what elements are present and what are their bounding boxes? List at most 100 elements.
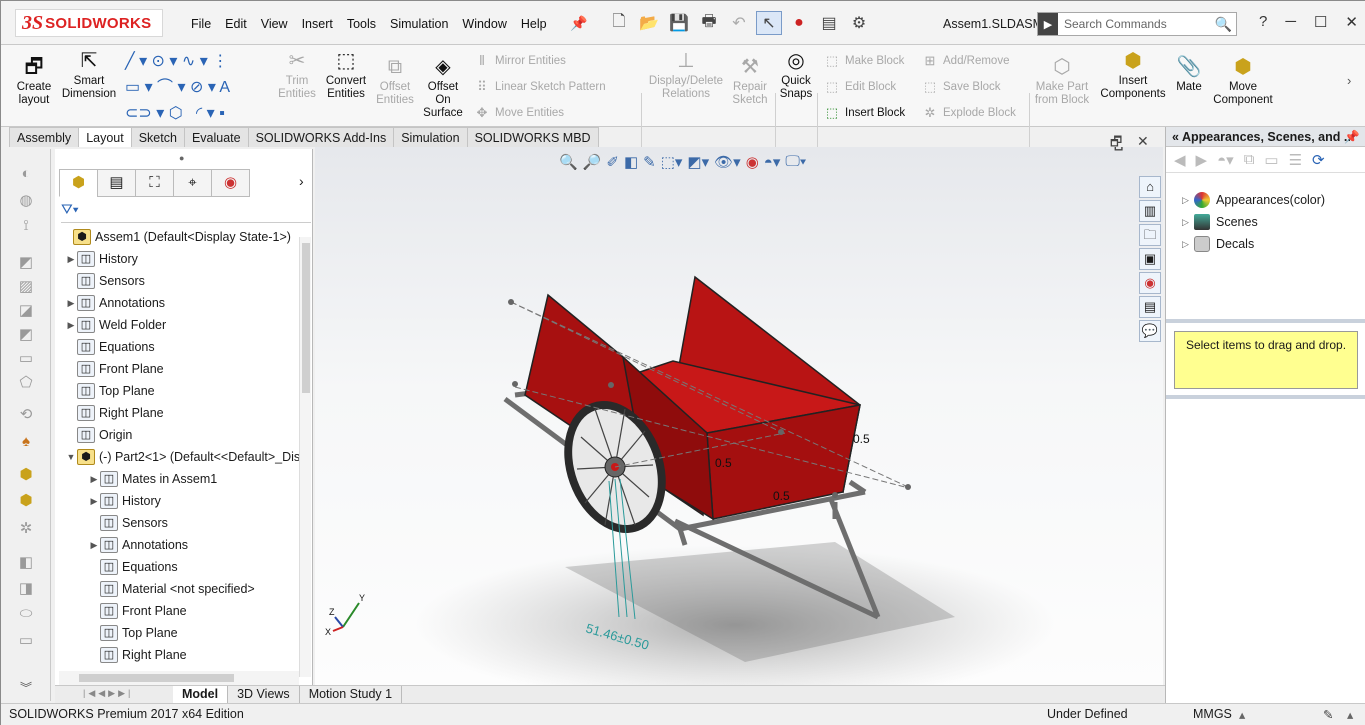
tab-sketch[interactable]: Sketch (130, 127, 185, 147)
menu-edit[interactable]: Edit (218, 17, 254, 31)
tool-icon[interactable]: ◐ (15, 165, 37, 185)
close-button[interactable]: ✕ (1345, 13, 1358, 31)
decals-folder[interactable]: ▷ Decals (1182, 234, 1254, 254)
tree-node[interactable]: ◫ Right Plane (65, 403, 164, 423)
tree-node[interactable]: ▼ ⬢ (-) Part2<1> (Default<<Default>_Dis (65, 447, 300, 467)
unit-dropdown-icon[interactable]: ▴ (1239, 707, 1245, 722)
make-part-from-block-button[interactable]: ⬡ Make Part from Block (1033, 55, 1091, 107)
tree-node[interactable]: ▶ ◫ Weld Folder (65, 315, 166, 335)
move-component-button[interactable]: ⬢ Move Component (1211, 55, 1275, 107)
tree-horizontal-scrollbar[interactable] (59, 671, 299, 685)
select-cursor-icon[interactable]: ↖ (756, 11, 782, 35)
solidworks-logo[interactable]: 3S SOLIDWORKS (15, 9, 163, 37)
create-layout-button[interactable]: 🗗 Create layout (15, 55, 53, 107)
tree-node[interactable]: ◫ Equations (65, 337, 155, 357)
mate-button[interactable]: 📎 Mate (1173, 55, 1205, 94)
sketch-tools-grid[interactable]: ╱ ▾ ⊙ ▾ ∿ ▾ ⋮ ▭ ▾ ⌒ ▾ ⊘ ▾ A ⊂⊃ ▾ ⬡ ◜ ▾ ▪ (125, 49, 270, 122)
tree-node[interactable]: ◫ Equations (88, 557, 178, 577)
cart-model[interactable]: 51.46±0.50 0.5 0.5 0.5 Y Z X (315, 147, 1163, 685)
refresh-icon[interactable]: ⟳ (1312, 151, 1325, 169)
folder-icon[interactable]: ▭ (1264, 151, 1278, 169)
offset-on-surface-button[interactable]: ◈ Offset On Surface (421, 55, 465, 120)
tool-icon[interactable]: ◪ (15, 301, 37, 321)
search-input[interactable]: Search Commands (1064, 17, 1167, 31)
tree-node[interactable]: ◫ Front Plane (65, 359, 164, 379)
configuration-manager-tab-icon[interactable]: ⛶ (135, 169, 174, 197)
expand-arrow-icon[interactable]: ▼ (65, 452, 77, 462)
expand-arrow-icon[interactable]: ▶ (65, 298, 77, 309)
display-delete-relations-button[interactable]: ⊥ Display/Delete Relations (647, 49, 725, 101)
feature-tree-tab-icon[interactable]: ⬢ (59, 169, 98, 197)
tree-node[interactable]: ▶ ◫ History (65, 249, 138, 269)
expand-arrow-icon[interactable]: ▶ (65, 254, 77, 265)
line-icon[interactable]: ╱ ▾ ⊙ ▾ ∿ ▾ ⋮ (125, 49, 270, 75)
dimension-small-1[interactable]: 0.5 (853, 432, 870, 446)
expand-arrow-icon[interactable]: ▶ (65, 320, 77, 331)
convert-entities-button[interactable]: ⬚ Convert Entities (323, 49, 369, 101)
tab-navigation-arrows-icon[interactable]: |◀◀▶▶| (83, 688, 173, 702)
custom-properties-icon[interactable]: ▤ (1139, 296, 1161, 318)
view-palette-icon[interactable]: ▣ (1139, 248, 1161, 270)
tool-icon[interactable]: ⟟ (15, 217, 37, 237)
tree-node[interactable]: ◫ Sensors (65, 271, 145, 291)
edit-block-button[interactable]: ⬚ Edit Block (823, 79, 896, 95)
list-icon[interactable]: ☰ (1289, 151, 1302, 169)
save-icon[interactable]: 💾 (666, 11, 692, 35)
pin-icon[interactable]: 📌 (1344, 127, 1360, 147)
linear-sketch-pattern-button[interactable]: ⠿ Linear Sketch Pattern (473, 79, 605, 95)
menu-simulation[interactable]: Simulation (383, 17, 455, 31)
tab-addins[interactable]: SOLIDWORKS Add-Ins (247, 127, 395, 147)
menu-file[interactable]: File (184, 17, 218, 31)
viewport-tile-icon[interactable]: 🗗 (1110, 133, 1122, 155)
search-commands-box[interactable]: ▶ Search Commands 🔍 (1037, 12, 1237, 36)
tool-icon[interactable]: ◍ (15, 191, 37, 211)
appearances-folder[interactable]: ▷ Appearances(color) (1182, 190, 1325, 210)
mirror-entities-button[interactable]: ⫴ Mirror Entities (473, 53, 566, 69)
tree-node[interactable]: ⬢ Assem1 (Default<Display State-1>) (61, 227, 291, 247)
display-manager-tab-icon[interactable]: ◉ (211, 169, 250, 197)
tabs-more-chevron-icon[interactable]: › (299, 173, 304, 189)
tool-icon[interactable]: ⬭ (15, 605, 37, 625)
save-block-button[interactable]: ⬚ Save Block (921, 79, 1001, 95)
tab-evaluate[interactable]: Evaluate (183, 127, 249, 147)
edit-sketch-icon[interactable]: ✎ (1323, 707, 1333, 722)
design-library-icon[interactable]: ▥ (1139, 200, 1161, 222)
expand-arrow-icon[interactable]: ▶ (88, 540, 100, 551)
tool-icon[interactable]: ▨ (15, 277, 37, 297)
tool-icon[interactable]: ⟲ (15, 405, 37, 425)
tab-model[interactable]: Model (173, 686, 229, 703)
forum-icon[interactable]: 💬 (1139, 320, 1161, 342)
maximize-button[interactable]: ☐ (1314, 13, 1327, 31)
filter-funnel-icon[interactable]: ⛛▾ (61, 201, 79, 217)
add-remove-button[interactable]: ⊞ Add/Remove (921, 53, 1010, 69)
tool-icon[interactable]: ▭ (15, 349, 37, 369)
insert-block-button[interactable]: ⬚ Insert Block (823, 105, 905, 121)
rectangle-icon[interactable]: ▭ ▾ ⌒ ▾ ⊘ ▾ A (125, 75, 270, 101)
tab-motion-study[interactable]: Motion Study 1 (300, 686, 403, 703)
move-entities-button[interactable]: ✥ Move Entities (473, 105, 564, 121)
viewport-close-icon[interactable]: ✕ (1137, 133, 1149, 150)
tree-node[interactable]: ◫ Right Plane (88, 645, 187, 665)
trim-entities-button[interactable]: ✂ Trim Entities (277, 49, 317, 101)
fillet-mushroom-icon[interactable]: ♠ (15, 433, 37, 453)
tree-node[interactable]: ▶ ◫ Annotations (88, 535, 188, 555)
tree-node[interactable]: ◫ Top Plane (88, 623, 178, 643)
tree-vertical-scrollbar[interactable] (299, 237, 311, 677)
new-document-icon[interactable]: 🗋 (606, 11, 632, 35)
file-explorer-icon[interactable]: 🗀 (1139, 224, 1161, 246)
home-icon[interactable]: ⌂ (1139, 176, 1161, 198)
scrollbar-thumb[interactable] (79, 674, 234, 682)
magnifier-icon[interactable]: 🔍 (1215, 16, 1232, 33)
menu-insert[interactable]: Insert (295, 17, 340, 31)
expand-status-icon[interactable]: ▴ (1347, 707, 1353, 722)
tool-icon[interactable]: ◩ (15, 253, 37, 273)
explode-block-button[interactable]: ✲ Explode Block (921, 105, 1016, 121)
tree-filter[interactable]: ⛛▾ (61, 201, 311, 223)
quick-snaps-button[interactable]: ◎ Quick Snaps (779, 49, 813, 101)
print-icon[interactable]: 🖶 (696, 11, 722, 35)
expand-arrow-icon[interactable]: ▷ (1182, 195, 1194, 206)
expand-arrow-icon[interactable]: ▶ (88, 496, 100, 507)
offset-entities-button[interactable]: ⧉ Offset Entities (375, 55, 415, 107)
tree-node[interactable]: ◫ Origin (65, 425, 132, 445)
tool-icon[interactable]: ⬠ (15, 373, 37, 393)
